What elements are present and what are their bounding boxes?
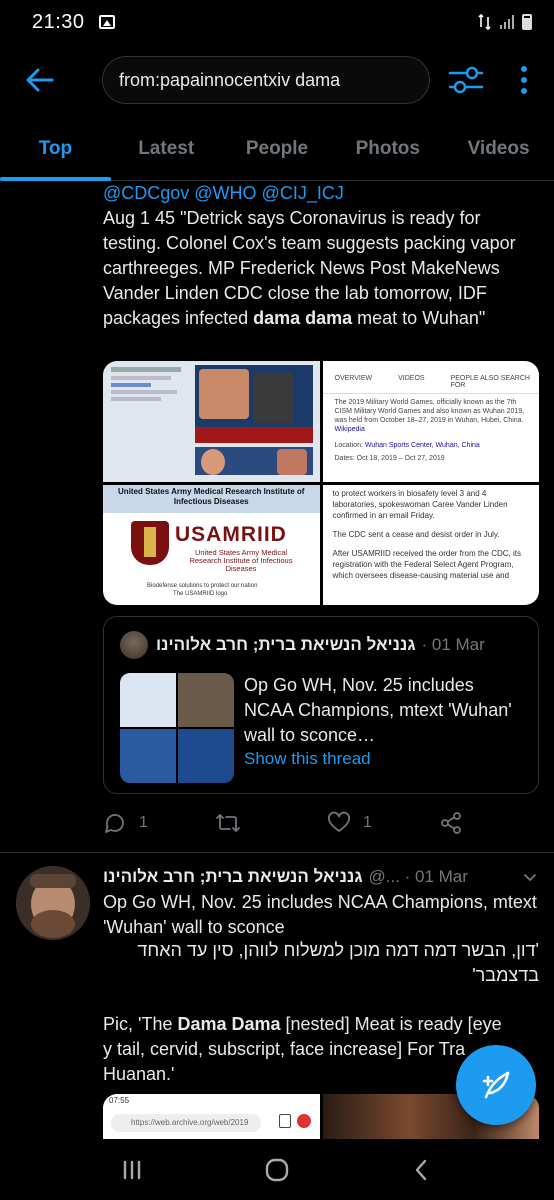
pic-text-bold: Dama Dama <box>177 1014 281 1034</box>
media-url: https://web.archive.org/web/2019 <box>111 1114 261 1132</box>
share-icon <box>441 812 461 834</box>
share-button[interactable] <box>439 811 463 835</box>
quote-text: Op Go WH, Nov. 25 includes NCAA Champion… <box>244 675 512 745</box>
avatar <box>120 631 148 659</box>
tweet-actions: 1 1 <box>103 806 543 840</box>
usamriid-subtitle: United States Army Medical Research Inst… <box>189 547 293 573</box>
status-icons <box>478 13 532 31</box>
article-p3: After USAMRIID received the order from t… <box>332 548 522 580</box>
recent-apps-icon[interactable] <box>120 1158 144 1182</box>
article-p1: to protect workers in biosafety level 3 … <box>332 488 508 520</box>
info-location: Wuhan Sports Center, Wuhan, China <box>364 442 480 449</box>
tweet-author-name[interactable]: גנניאל הנשיאת ברית; חרב אלוהינו <box>103 867 362 887</box>
more-vertical-icon[interactable] <box>512 64 536 96</box>
image-notification-icon <box>98 15 115 29</box>
info-wiki-link: Wikipedia <box>334 426 365 433</box>
retweet-icon <box>216 814 240 832</box>
media-military-games-info[interactable]: OVERVIEW VIDEOS PEOPLE ALSO SEARCH FOR T… <box>322 361 539 482</box>
arrow-left-icon[interactable] <box>22 62 58 98</box>
home-icon[interactable] <box>263 1156 291 1184</box>
system-navigation-bar <box>0 1140 554 1200</box>
pic-text-part1: Pic, 'The <box>103 1014 178 1034</box>
usamriid-title: United States Army Medical Research Inst… <box>103 484 320 513</box>
media-usamriid-logo[interactable]: United States Army Medical Research Inst… <box>103 484 320 605</box>
tab-videos[interactable]: Videos <box>443 124 554 180</box>
show-thread-link[interactable]: Show this thread <box>244 749 371 769</box>
mention-links[interactable]: @CDCgov @WHO @CIJ_ICJ <box>103 183 344 203</box>
chevron-down-icon[interactable] <box>523 870 537 884</box>
tweet-divider <box>0 852 554 853</box>
quote-thumbnail <box>120 673 234 783</box>
tweet-text-part2: meat to Wuhan" <box>352 308 486 328</box>
search-header <box>0 52 554 108</box>
tab-latest[interactable]: Latest <box>111 124 222 180</box>
usamriid-caption1: Biodefense solutions to protect our nati… <box>147 582 258 589</box>
status-bar: 21:30 <box>0 0 554 44</box>
compose-feather-icon <box>482 1071 510 1099</box>
article-p2: The CDC sent a cease and desist order in… <box>332 529 500 539</box>
info-dates: Dates: Oct 18, 2019 – Oct 27, 2019 <box>334 455 445 462</box>
usamriid-shield-icon <box>131 520 169 565</box>
tweet-media-grid[interactable]: OVERVIEW VIDEOS PEOPLE ALSO SEARCH FOR T… <box>103 361 539 605</box>
compose-tweet-button[interactable] <box>456 1045 536 1125</box>
sliders-icon[interactable] <box>448 64 484 96</box>
usamriid-wordmark: USAMRIID <box>175 522 287 546</box>
info-tab-people: PEOPLE ALSO SEARCH FOR <box>450 375 530 389</box>
tab-people[interactable]: People <box>222 124 333 180</box>
usamriid-caption2: The USAMRIID logo <box>173 590 228 597</box>
reply-button[interactable]: 1 <box>103 811 215 835</box>
retweet-button[interactable] <box>215 811 327 835</box>
info-tab-overview: OVERVIEW <box>334 375 373 382</box>
quote-author-name: גנניאל הנשיאת ברית; חרב אלוהינו <box>156 635 416 654</box>
reply-count: 1 <box>139 814 148 831</box>
search-input[interactable] <box>119 69 429 91</box>
media-time: 07:55 <box>109 1096 130 1105</box>
info-location-label: Location: <box>334 442 363 449</box>
like-count: 1 <box>363 814 372 831</box>
avatar[interactable] <box>16 866 90 940</box>
signal-icon <box>500 15 514 29</box>
tab-photos[interactable]: Photos <box>332 124 443 180</box>
quoted-tweet[interactable]: גנניאל הנשיאת ברית; חרב אלוהינו · 01 Mar… <box>103 616 539 794</box>
status-time: 21:30 <box>32 10 85 33</box>
info-text: The 2019 Military World Games, officiall… <box>334 399 525 424</box>
tweet-mentions: @CDCgov @WHO @CIJ_ICJ <box>103 181 543 206</box>
reply-icon <box>105 814 124 833</box>
tweet-2-header: גנניאל הנשיאת ברית; חרב אלוהינו @... · 0… <box>103 864 543 890</box>
info-tab-videos: VIDEOS <box>398 375 425 382</box>
tweet-text: Aug 1 45 "Detrick says Coronavirus is re… <box>103 206 543 331</box>
media-browser-screenshot[interactable]: 07:55 https://web.archive.org/web/2019 <box>103 1094 320 1139</box>
quote-header: גנניאל הנשיאת ברית; חרב אלוהינו · 01 Mar <box>120 631 526 659</box>
tweet-text-bold: dama dama <box>253 308 353 328</box>
media-article-text[interactable]: to protect workers in biosafety level 3 … <box>322 484 539 605</box>
data-transfer-icon <box>478 13 491 31</box>
search-field[interactable] <box>102 56 430 104</box>
back-nav-icon[interactable] <box>410 1158 434 1182</box>
heart-icon <box>327 811 351 832</box>
search-tabs: Top Latest People Photos Videos <box>0 124 554 181</box>
tweet-2-pic-text: Pic, 'The Dama Dama [nested] Meat is rea… <box>103 1012 503 1087</box>
battery-icon <box>522 14 532 30</box>
tweet-handle-date: @... · 01 Mar <box>368 867 468 886</box>
quote-date: · 01 Mar <box>421 635 485 654</box>
media-screenshot-fox[interactable] <box>103 361 320 482</box>
tweet-2-hebrew-text: 'דון, הבשר דמה דמה מוכן למשלוח לווהן, סי… <box>137 940 539 985</box>
like-button[interactable]: 1 <box>327 811 439 835</box>
tab-top[interactable]: Top <box>0 124 111 181</box>
tweet-2-text: Op Go WH, Nov. 25 includes NCAA Champion… <box>103 892 537 937</box>
